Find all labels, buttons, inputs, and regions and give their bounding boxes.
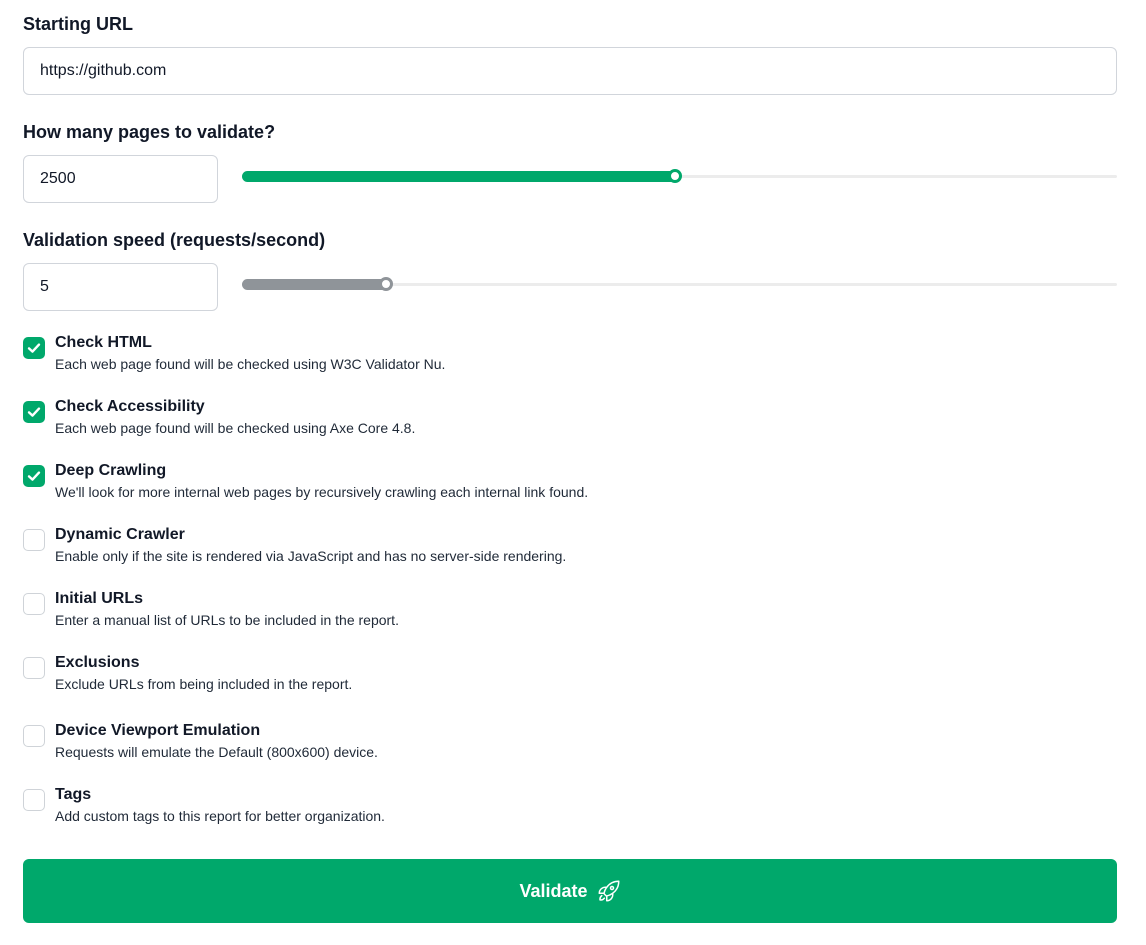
starting-url-label: Starting URL: [23, 14, 133, 34]
validate-button-label: Validate: [519, 880, 588, 901]
option-title: Dynamic Crawler: [55, 526, 185, 543]
option-check-accessibility[interactable]: Check Accessibility Each web page found …: [23, 398, 1023, 446]
option-description: Exclude URLs from being included in the …: [55, 676, 353, 692]
checkbox[interactable]: [23, 657, 45, 679]
pages-slider[interactable]: [242, 169, 1117, 183]
speed-label: Validation speed (requests/second): [23, 230, 326, 250]
option-title: Deep Crawling: [55, 462, 167, 479]
option-title: Exclusions: [55, 654, 140, 671]
option-description: We'll look for more internal web pages b…: [55, 484, 589, 500]
checkbox[interactable]: [23, 465, 45, 487]
checkmark-icon: [27, 407, 41, 417]
option-title: Device Viewport Emulation: [55, 722, 261, 739]
option-exclusions[interactable]: Exclusions Exclude URLs from being inclu…: [23, 654, 1023, 702]
checkmark-icon: [27, 471, 41, 481]
option-tags[interactable]: Tags Add custom tags to this report for …: [23, 786, 1023, 834]
pages-label: How many pages to validate?: [23, 122, 276, 142]
option-dynamic-crawler[interactable]: Dynamic Crawler Enable only if the site …: [23, 526, 1023, 574]
option-description: Requests will emulate the Default (800x6…: [55, 744, 378, 760]
option-initial-urls[interactable]: Initial URLs Enter a manual list of URLs…: [23, 590, 1023, 638]
speed-slider-thumb[interactable]: [379, 277, 393, 291]
rocket-icon: [597, 879, 621, 903]
option-title: Check HTML: [55, 334, 152, 351]
checkbox[interactable]: [23, 529, 45, 551]
option-title: Tags: [55, 786, 92, 803]
option-description: Enable only if the site is rendered via …: [55, 548, 567, 564]
checkbox[interactable]: [23, 789, 45, 811]
checkbox[interactable]: [23, 725, 45, 747]
option-title: Initial URLs: [55, 590, 144, 607]
starting-url-input[interactable]: [23, 47, 1117, 95]
checkbox[interactable]: [23, 337, 45, 359]
option-description: Add custom tags to this report for bette…: [55, 808, 385, 824]
option-title: Check Accessibility: [55, 398, 205, 415]
checkbox[interactable]: [23, 401, 45, 423]
checkbox[interactable]: [23, 593, 45, 615]
speed-slider-fill: [242, 279, 391, 290]
checkmark-icon: [27, 343, 41, 353]
option-check-html[interactable]: Check HTML Each web page found will be c…: [23, 334, 1023, 382]
pages-input[interactable]: [23, 155, 218, 203]
option-description: Enter a manual list of URLs to be includ…: [55, 612, 399, 628]
speed-input[interactable]: [23, 263, 218, 311]
validation-form: Starting URL How many pages to validate?…: [0, 0, 1146, 945]
pages-slider-thumb[interactable]: [668, 169, 682, 183]
speed-slider[interactable]: [242, 277, 1117, 291]
option-description: Each web page found will be checked usin…: [55, 356, 446, 372]
validate-button[interactable]: Validate: [23, 859, 1117, 923]
option-description: Each web page found will be checked usin…: [55, 420, 416, 436]
option-device-viewport-emulation[interactable]: Device Viewport Emulation Requests will …: [23, 722, 1023, 770]
option-deep-crawling[interactable]: Deep Crawling We'll look for more intern…: [23, 462, 1023, 510]
pages-slider-fill: [242, 171, 680, 182]
